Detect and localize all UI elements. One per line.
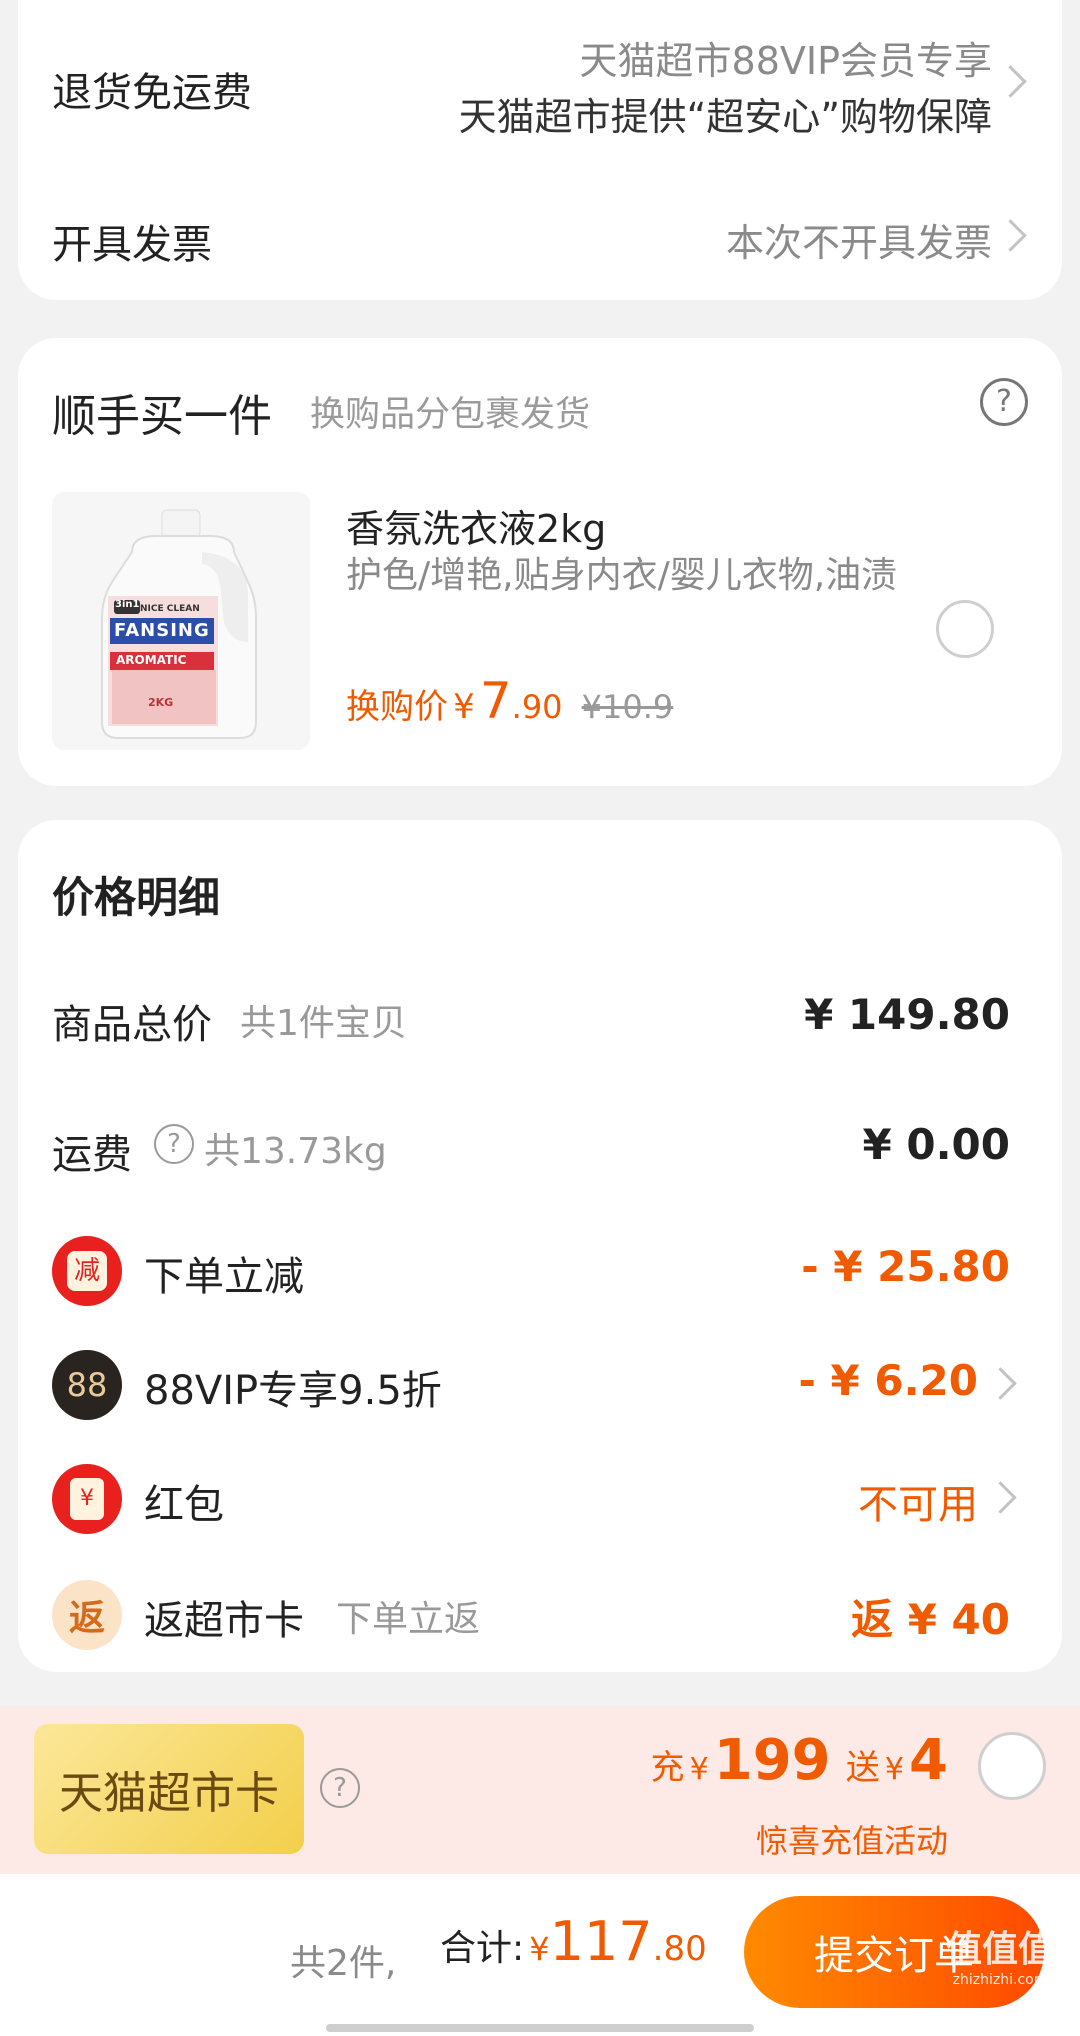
bottom-bar: 共2件, 合计: ¥117.80 提交订单 值值值 zhizhizhi.com	[0, 1874, 1080, 2036]
supermarket-card-promo: 天猫超市卡 ? 充 ¥ 199 送 ¥ 4 惊喜充值活动	[0, 1706, 1080, 1874]
invoice-label: 开具发票	[52, 222, 212, 268]
redpacket-icon-inner: ¥	[70, 1478, 104, 1520]
price-detail-title: 价格明细	[52, 873, 221, 922]
cashback-label: 返超市卡	[144, 1598, 304, 1644]
exchange-price: 换购价 ¥ 7.90 ¥10.9	[346, 672, 673, 730]
help-icon[interactable]: ?	[980, 378, 1028, 426]
vip88-icon: 88	[52, 1350, 122, 1420]
gift-amount: 4	[909, 1728, 948, 1793]
watermark-logo: 值值值 zhizhizhi.com	[930, 1920, 1070, 2020]
product-desc: 护色/增艳,贴身内衣/婴儿衣物,油渍	[346, 555, 898, 596]
goods-total-value: ¥ 149.80	[804, 990, 1010, 1039]
cashback-value: 返 ¥ 40	[851, 1595, 1010, 1644]
cashback-sub: 下单立返	[336, 1599, 481, 1640]
original-price: ¥10.9	[581, 688, 674, 726]
discount-value: - ¥ 25.80	[801, 1242, 1010, 1291]
return-free-line2: 天猫超市提供“超安心”购物保障	[458, 95, 992, 139]
exchange-price-dec: .90	[511, 688, 563, 726]
invoice-value[interactable]: 本次不开具发票	[726, 212, 992, 267]
return-free-line1: 天猫超市88VIP会员专享	[579, 39, 992, 83]
addon-title: 顺手买一件	[52, 391, 272, 442]
recharge-prefix: 充	[650, 1748, 685, 1788]
freight-value: ¥ 0.00	[862, 1120, 1010, 1169]
chevron-right-icon[interactable]	[994, 219, 1027, 252]
exchange-price-currency: ¥	[453, 687, 475, 727]
gift-prefix: 送	[845, 1748, 880, 1788]
freight-weight: 共13.73kg	[204, 1131, 387, 1172]
recharge-currency: ¥	[689, 1752, 709, 1787]
total-dec: .80	[652, 1929, 707, 1969]
product-name[interactable]: 香氛洗衣液2kg	[346, 498, 606, 553]
redpacket-value[interactable]: 不可用	[858, 1472, 978, 1530]
bottle-size: 2KG	[148, 696, 174, 709]
recharge-amount: 199	[713, 1728, 831, 1793]
goods-count: 共1件宝贝	[240, 1003, 407, 1044]
watermark-text: 值值值	[945, 1929, 1054, 1970]
goods-total-label: 商品总价	[52, 1002, 212, 1048]
total-currency: ¥	[529, 1930, 550, 1968]
vip-discount-label: 88VIP专享9.5折	[144, 1368, 442, 1414]
chevron-right-icon[interactable]	[994, 65, 1027, 98]
card-help-icon[interactable]: ?	[320, 1768, 360, 1808]
bottle-top-text: NICE CLEAN	[140, 604, 200, 614]
recharge-offer: 充 ¥ 199 送 ¥ 4	[650, 1728, 948, 1793]
total-label: 合计:	[440, 1928, 525, 1969]
return-free-label: 退货免运费	[52, 70, 252, 116]
exchange-price-label: 换购价	[346, 687, 448, 727]
bottle-type: AROMATIC	[116, 653, 187, 667]
discount-label: 下单立减	[144, 1254, 304, 1300]
freight-help-icon[interactable]: ?	[154, 1124, 194, 1164]
gift-currency: ¥	[884, 1752, 904, 1787]
price-detail-card: 价格明细 商品总价 共1件宝贝 ¥ 149.80 运费 ? 共13.73kg ¥…	[18, 820, 1062, 1672]
bottle-brand: FANSING	[114, 620, 210, 641]
discount-icon: 减	[52, 1236, 122, 1306]
total-price: 合计: ¥117.80	[440, 1910, 707, 1973]
bottle-badge: 3in1	[115, 599, 140, 610]
total-int: 117	[549, 1910, 653, 1973]
home-indicator	[326, 2024, 754, 2032]
addon-select-radio[interactable]	[936, 600, 994, 658]
freight-label: 运费	[52, 1132, 132, 1178]
addon-subtitle: 换购品分包裹发货	[310, 395, 591, 435]
vip88-icon-text: 88	[66, 1366, 108, 1404]
card-select-radio[interactable]	[978, 1732, 1046, 1800]
addon-card: 顺手买一件 换购品分包裹发货 ? 3in1 NICE CLEAN FANSING…	[18, 338, 1062, 786]
redpacket-label: 红包	[144, 1482, 224, 1528]
recharge-activity: 惊喜充值活动	[755, 1822, 948, 1860]
discount-icon-inner: 减	[67, 1251, 107, 1291]
cashback-icon-text: 返	[68, 1598, 105, 1639]
supermarket-card-label: 天猫超市卡	[59, 1768, 279, 1819]
exchange-price-int: 7	[479, 672, 512, 730]
product-image[interactable]: 3in1 NICE CLEAN FANSING AROMATIC 2KG	[52, 492, 310, 750]
item-count: 共2件,	[290, 1943, 397, 1984]
watermark-url: zhizhizhi.com	[952, 1972, 1048, 1988]
cashback-icon: 返	[52, 1580, 122, 1650]
redpacket-icon: ¥	[52, 1464, 122, 1534]
chevron-right-icon[interactable]	[984, 1481, 1017, 1514]
service-card: 退货免运费 天猫超市88VIP会员专享 天猫超市提供“超安心”购物保障 开具发票…	[18, 0, 1062, 300]
vip-discount-value[interactable]: - ¥ 6.20	[798, 1356, 978, 1405]
supermarket-card-badge[interactable]: 天猫超市卡	[34, 1724, 304, 1854]
chevron-right-icon[interactable]	[984, 1367, 1017, 1400]
